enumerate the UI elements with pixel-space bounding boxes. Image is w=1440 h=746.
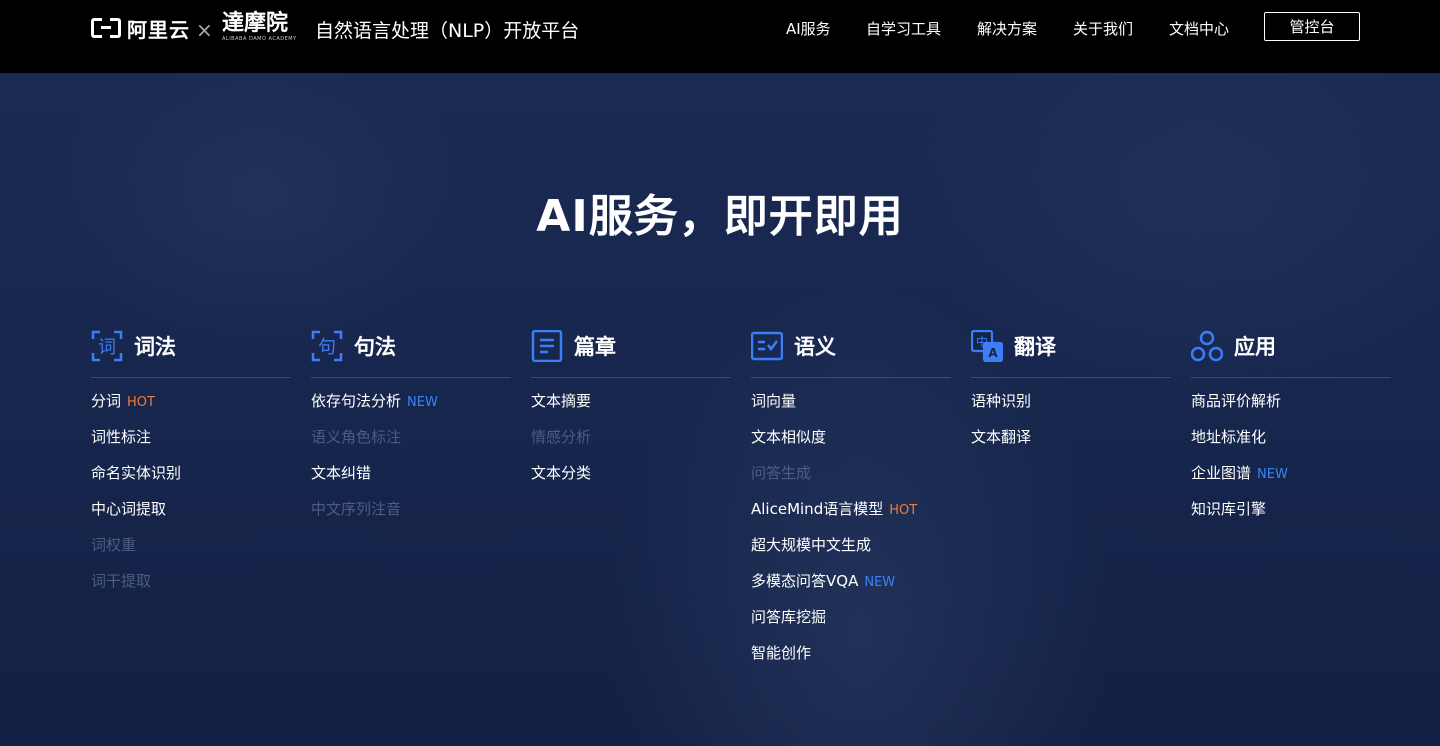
service-item-alicemind-model[interactable]: AliceMind语言模型 HOT <box>751 499 971 535</box>
nav-docs-center[interactable]: 文档中心 <box>1169 18 1229 39</box>
lexical-icon: 词 <box>91 330 123 362</box>
service-item-knowledge-engine[interactable]: 知识库引擎 <box>1191 499 1411 535</box>
category-divider <box>971 377 1171 378</box>
service-item-address-normalization[interactable]: 地址标准化 <box>1191 427 1411 463</box>
console-button[interactable]: 管控台 <box>1264 12 1360 41</box>
semantic-icon <box>751 330 783 362</box>
hot-badge: HOT <box>889 503 918 518</box>
damo-logo-text: 達摩院 <box>222 10 289 36</box>
aliyun-logo-text: 阿里云 <box>127 17 190 42</box>
new-badge: NEW <box>407 395 438 410</box>
category-title: 篇章 <box>574 335 616 359</box>
service-item-pos-tagging[interactable]: 词性标注 <box>91 427 311 463</box>
category-divider <box>91 377 291 378</box>
service-item-dependency-parsing[interactable]: 依存句法分析 NEW <box>311 391 531 427</box>
service-item-stemming: 词干提取 <box>91 572 152 590</box>
new-badge: NEW <box>864 575 896 590</box>
category-title: 翻译 <box>1014 335 1056 359</box>
category-title: 句法 <box>354 335 396 359</box>
service-item-text-correction[interactable]: 文本纠错 <box>311 463 531 499</box>
logo-separator: × <box>196 18 213 42</box>
service-item-text-similarity[interactable]: 文本相似度 <box>751 427 971 463</box>
service-item-word-weight: 词权重 <box>91 536 137 554</box>
nav-ai-services[interactable]: AI服务 <box>786 18 831 39</box>
service-item-text-summary[interactable]: 文本摘要 <box>531 391 751 427</box>
category-divider <box>1191 377 1391 378</box>
category-syntax: 句 句法 依存句法分析 NEW 语义角色标注 文本纠错 中文序列注音 <box>311 328 511 518</box>
aliyun-bracket-icon <box>91 17 121 39</box>
svg-text:词: 词 <box>98 337 116 358</box>
nav-about-us[interactable]: 关于我们 <box>1073 18 1133 39</box>
service-item-smart-writing[interactable]: 智能创作 <box>751 643 971 679</box>
category-divider <box>311 377 511 378</box>
service-item-language-detection[interactable]: 语种识别 <box>971 391 1191 427</box>
service-item-review-analysis[interactable]: 商品评价解析 <box>1191 391 1411 427</box>
document-icon <box>531 330 563 362</box>
service-item-enterprise-graph[interactable]: 企业图谱 NEW <box>1191 463 1411 499</box>
category-divider <box>751 377 951 378</box>
category-applications: 应用 商品评价解析 地址标准化 企业图谱 NEW 知识库引擎 <box>1191 328 1391 518</box>
category-title: 语义 <box>794 335 836 359</box>
service-item-multimodal-vqa[interactable]: 多模态问答VQA NEW <box>751 571 971 607</box>
category-title: 词法 <box>134 335 176 359</box>
service-item-ner[interactable]: 命名实体识别 <box>91 463 311 499</box>
category-discourse: 篇章 文本摘要 情感分析 文本分类 <box>531 328 731 482</box>
syntax-icon: 句 <box>311 330 343 362</box>
damo-academy-logo[interactable]: 達摩院 ALIBABA DAMO ACADEMY <box>222 10 297 46</box>
hot-badge: HOT <box>127 395 155 410</box>
svg-text:A: A <box>988 346 998 360</box>
hero-headline: AI服务，即开即用 <box>536 191 904 242</box>
service-item-pinyin-annotation: 中文序列注音 <box>311 500 402 518</box>
service-item-qa-generation: 问答生成 <box>751 464 812 482</box>
nav-solutions[interactable]: 解决方案 <box>977 18 1037 39</box>
service-item-segmentation[interactable]: 分词 HOT <box>91 391 311 427</box>
application-icon <box>1191 330 1223 362</box>
nav-self-learning-tools[interactable]: 自学习工具 <box>866 18 941 39</box>
svg-text:句: 句 <box>318 337 336 358</box>
category-title: 应用 <box>1234 335 1276 359</box>
damo-logo-subtext: ALIBABA DAMO ACADEMY <box>222 36 297 42</box>
service-item-text-classification[interactable]: 文本分类 <box>531 463 751 499</box>
site-title: 自然语言处理（NLP）开放平台 <box>315 20 580 42</box>
service-item-sentiment-analysis: 情感分析 <box>531 428 592 446</box>
category-semantics: 语义 词向量 文本相似度 问答生成 AliceMind语言模型 HOT 超大规模中… <box>751 328 951 662</box>
service-item-qa-mining[interactable]: 问答库挖掘 <box>751 607 971 643</box>
service-item-large-chinese-generation[interactable]: 超大规模中文生成 <box>751 535 971 571</box>
translate-icon: 中 A <box>971 330 1003 362</box>
service-item-keyword-extraction[interactable]: 中心词提取 <box>91 499 311 535</box>
top-navigation-bar: 阿里云 × 達摩院 ALIBABA DAMO ACADEMY 自然语言处理（NL… <box>0 0 1440 73</box>
service-item-text-translation[interactable]: 文本翻译 <box>971 427 1191 463</box>
aliyun-logo[interactable]: 阿里云 <box>91 16 190 42</box>
new-badge: NEW <box>1257 467 1288 482</box>
service-item-semantic-role-labeling: 语义角色标注 <box>311 428 402 446</box>
category-translation: 中 A 翻译 语种识别 文本翻译 <box>971 328 1171 446</box>
service-item-word-vector[interactable]: 词向量 <box>751 391 971 427</box>
category-lexical: 词 词法 分词 HOT 词性标注 命名实体识别 中心词提取 词权重 词干提取 <box>91 328 291 590</box>
category-divider <box>531 377 731 378</box>
